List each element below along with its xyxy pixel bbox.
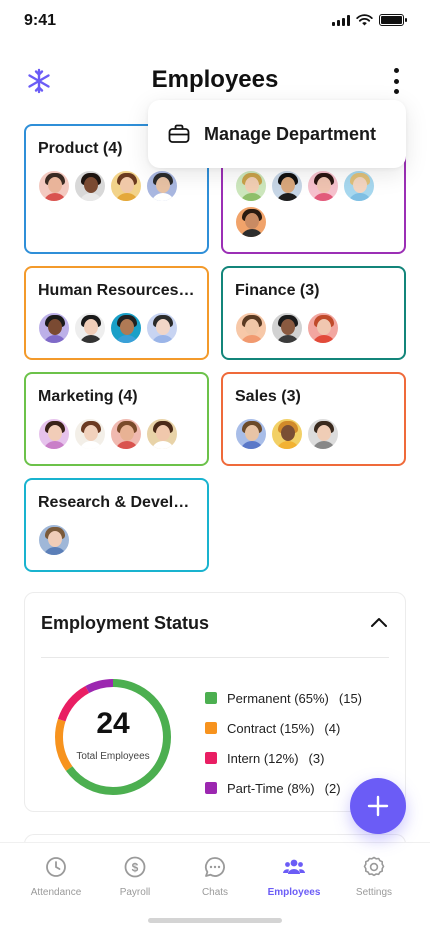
- nav-chats[interactable]: Chats: [175, 855, 255, 898]
- status-time: 9:41: [24, 12, 57, 29]
- avatar-group: [235, 312, 395, 344]
- department-name: Finance (3): [235, 282, 320, 299]
- add-employee-button[interactable]: [350, 778, 406, 834]
- svg-text:$: $: [132, 861, 139, 875]
- nav-label: Attendance: [30, 887, 82, 898]
- avatar: [110, 418, 142, 450]
- avatar-group: [38, 418, 198, 450]
- department-card[interactable]: Marketing (4): [24, 372, 209, 466]
- dollar-icon: $: [124, 856, 146, 878]
- avatar: [74, 312, 106, 344]
- total-employees-label: Total Employees: [76, 751, 150, 762]
- avatar: [110, 312, 142, 344]
- header: Employees: [0, 56, 430, 104]
- avatar: [235, 170, 267, 202]
- employment-status-card: Employment Status 24 Total Employees Per…: [24, 592, 406, 812]
- department-name: Marketing (4): [38, 388, 138, 405]
- legend-label: Permanent (65%): [227, 690, 329, 706]
- avatar: [146, 418, 178, 450]
- page-title: Employees: [151, 66, 279, 93]
- legend-item: Permanent (65%) (15): [205, 683, 362, 713]
- legend-item: Intern (12%) (3): [205, 743, 362, 773]
- avatar: [235, 206, 267, 238]
- department-card[interactable]: Research & Develop...: [24, 478, 209, 572]
- nav-label: Settings: [355, 887, 393, 898]
- avatar-group: [235, 418, 395, 450]
- avatar-group: [235, 170, 395, 238]
- avatar: [146, 312, 178, 344]
- avatar: [307, 170, 339, 202]
- nav-label: Employees: [267, 887, 321, 898]
- avatar: [146, 170, 178, 202]
- battery-icon: [379, 14, 407, 26]
- total-employees-value: 24: [96, 707, 130, 740]
- status-icons: [332, 14, 407, 26]
- avatar: [271, 170, 303, 202]
- employees-screen: 9:41 Employees Product (4) Human Resourc…: [0, 0, 430, 932]
- status-bar: 9:41: [0, 0, 430, 44]
- briefcase-icon: [168, 124, 190, 143]
- legend-swatch: [205, 782, 217, 794]
- clock-icon: [46, 857, 66, 877]
- legend-label: Part-Time (8%): [227, 780, 315, 796]
- department-name: Human Resources (4): [38, 282, 195, 299]
- manage-department-label: Manage Department: [204, 123, 377, 144]
- avatar: [38, 524, 70, 556]
- department-card[interactable]: Sales (3): [221, 372, 406, 466]
- department-name: Sales (3): [235, 388, 301, 405]
- legend-swatch: [205, 752, 217, 764]
- nav-payroll[interactable]: $ Payroll: [95, 855, 175, 898]
- avatar: [38, 418, 70, 450]
- employment-legend: Permanent (65%) (15) Contract (15%) (4) Inte…: [205, 683, 362, 803]
- legend-count: (3): [308, 750, 325, 766]
- chat-icon: [204, 857, 225, 877]
- legend-label: Intern (12%): [227, 750, 299, 766]
- avatar-group: [38, 170, 198, 202]
- legend-count: (15): [338, 690, 363, 706]
- wifi-icon: [356, 14, 373, 26]
- users-icon: [283, 859, 305, 874]
- nav-employees[interactable]: Employees: [254, 855, 334, 898]
- avatar: [307, 312, 339, 344]
- legend-label: Contract (15%): [227, 720, 315, 736]
- legend-count: (2): [324, 780, 341, 796]
- cellular-signal-icon: [332, 14, 350, 26]
- avatar: [38, 312, 70, 344]
- chevron-up-icon[interactable]: [367, 611, 391, 635]
- avatar: [74, 418, 106, 450]
- employment-status-title: Employment Status: [41, 613, 210, 633]
- avatar: [38, 170, 70, 202]
- nav-attendance[interactable]: Attendance: [16, 855, 96, 898]
- department-card[interactable]: Finance (3): [221, 266, 406, 360]
- avatar: [235, 418, 267, 450]
- avatar: [307, 418, 339, 450]
- more-vertical-icon[interactable]: [392, 68, 400, 94]
- avatar: [110, 170, 142, 202]
- department-name: Research & Develop...: [38, 494, 195, 511]
- avatar: [271, 418, 303, 450]
- avatar: [235, 312, 267, 344]
- avatar-group: [38, 312, 198, 344]
- nav-label: Chats: [201, 887, 229, 898]
- legend-item: Part-Time (8%) (2): [205, 773, 362, 803]
- divider: [41, 657, 389, 658]
- nav-label: Payroll: [119, 887, 151, 898]
- plus-icon: [367, 795, 389, 817]
- manage-department-menu-item[interactable]: Manage Department: [148, 100, 406, 168]
- home-indicator: [148, 918, 282, 923]
- avatar: [74, 170, 106, 202]
- avatar: [343, 170, 375, 202]
- legend-item: Contract (15%) (4): [205, 713, 362, 743]
- legend-swatch: [205, 692, 217, 704]
- department-card[interactable]: Human Resources (4): [24, 266, 209, 360]
- settings-icon: [363, 856, 385, 877]
- avatar: [271, 312, 303, 344]
- nav-settings[interactable]: Settings: [334, 855, 414, 898]
- avatar-group: [38, 524, 198, 556]
- legend-swatch: [205, 722, 217, 734]
- legend-count: (4): [324, 720, 341, 736]
